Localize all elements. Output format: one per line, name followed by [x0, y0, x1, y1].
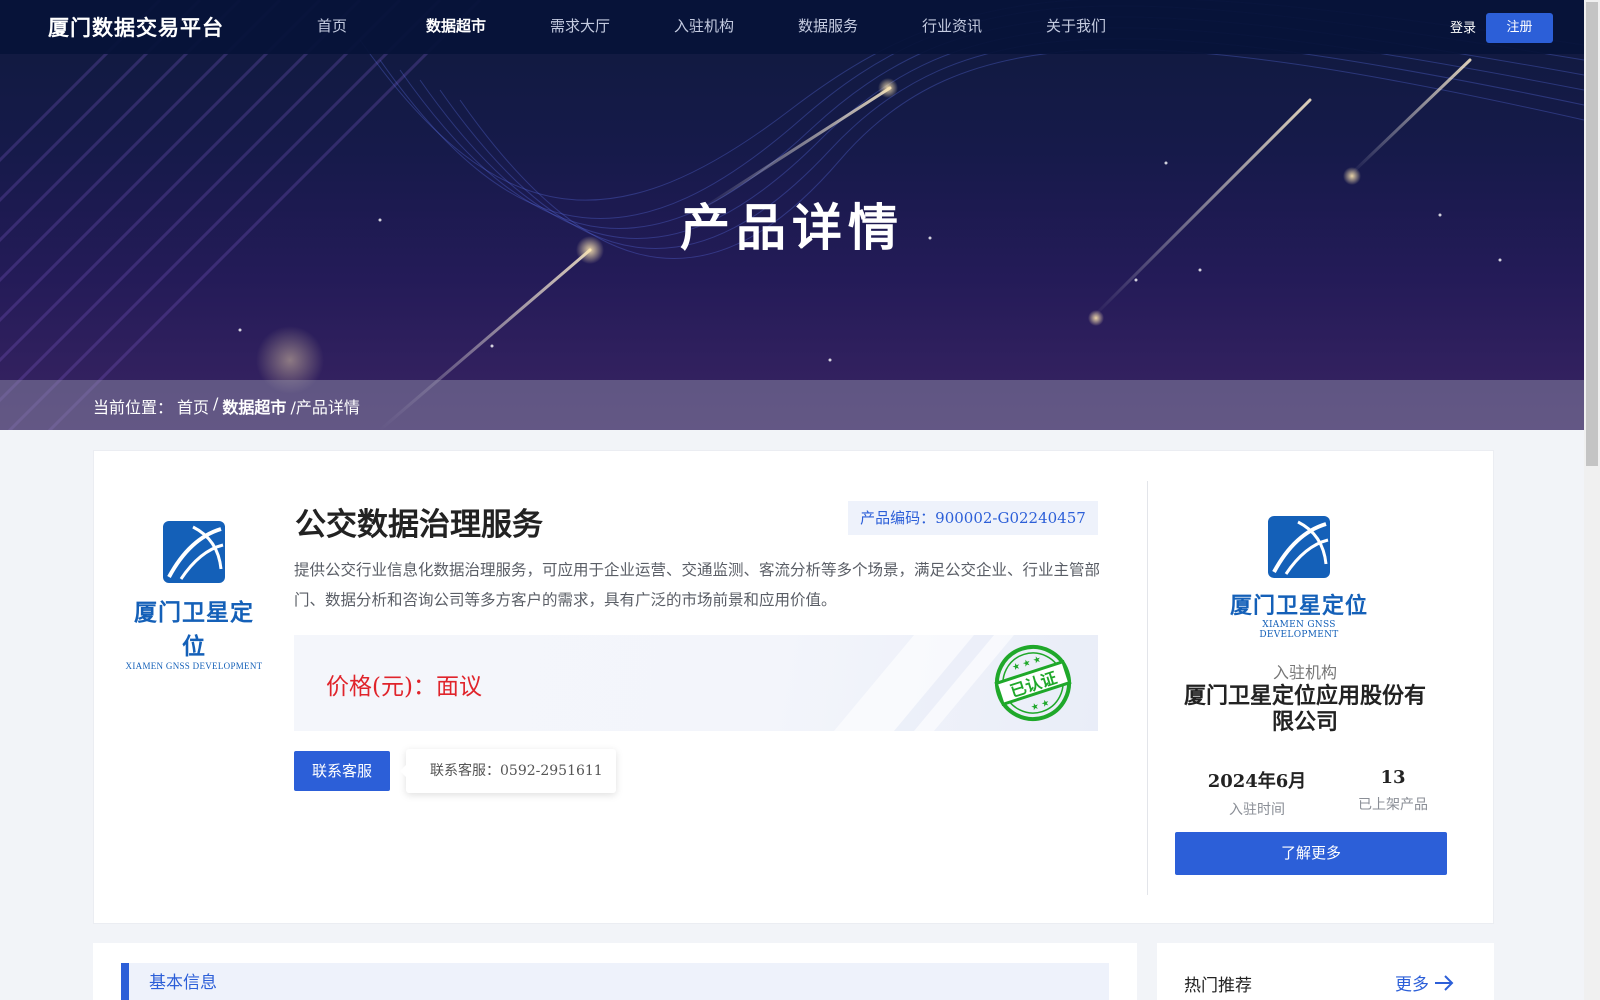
gnss-globe-icon [163, 521, 225, 583]
stat-value: 13 [1380, 767, 1406, 788]
nav-item-data-market[interactable]: 数据超市 [394, 0, 518, 54]
breadcrumb-prefix: 当前位置： [93, 398, 174, 417]
nav-item-industry-news[interactable]: 行业资讯 [890, 0, 1014, 54]
org-logo-cn: 厦门卫星定位 [1229, 594, 1368, 619]
contact-service-button[interactable]: 联系客服 [294, 751, 390, 791]
nav-item-institutions[interactable]: 入驻机构 [642, 0, 766, 54]
hot-recommend-title: 热门推荐 [1184, 976, 1252, 996]
breadcrumb-home[interactable]: 首页 [177, 394, 209, 418]
product-description: 提供公交行业信息化数据治理服务，可应用于企业运营、交通监测、客流分析等多个场景，… [294, 561, 1101, 609]
stat-value: 2024年6月 [1207, 771, 1307, 792]
breadcrumb-separator: / [213, 394, 219, 413]
product-code: 产品编码：900002-G02240457 [848, 501, 1098, 535]
hot-more-link[interactable]: 更多 [1395, 970, 1455, 995]
hot-more-label: 更多 [1395, 975, 1429, 995]
register-button[interactable]: 注册 [1486, 13, 1553, 43]
basic-info-header[interactable]: 基本信息 [121, 963, 1109, 1000]
hero-banner: 产品详情 当前位置： 首页 / 数据超市 /产品详情 [0, 0, 1584, 430]
page-scrollbar[interactable] [1584, 0, 1600, 1000]
arrow-right-icon [1435, 974, 1454, 991]
hot-recommend-card: 热门推荐 更多 [1157, 943, 1494, 1000]
org-globe-icon [1268, 516, 1330, 578]
org-logo: 厦门卫星定位 XIAMEN GNSS DEVELOPMENT [1224, 516, 1374, 640]
product-card: 厦门卫星定位 XIAMEN GNSS DEVELOPMENT 公交数据治理服务 … [93, 450, 1494, 924]
basic-info-card: 基本信息 [93, 943, 1137, 1000]
breadcrumb-current: /产品详情 [290, 398, 360, 417]
nav-item-about-us[interactable]: 关于我们 [1014, 0, 1138, 54]
main-menu: 首页 数据超市 需求大厅 入驻机构 数据服务 行业资讯 关于我们 [270, 0, 1138, 54]
stat-label: 入驻时间 [1229, 802, 1285, 818]
scrollbar-thumb[interactable] [1586, 2, 1598, 466]
breadcrumb-market[interactable]: 数据超市 [222, 394, 286, 418]
price-panel: 价格(元)：面议 已认证 ★ ★ ★ ★ ★ [294, 635, 1098, 731]
top-navbar: 厦门数据交易平台 首页 数据超市 需求大厅 入驻机构 数据服务 行业资讯 关于我… [0, 0, 1584, 54]
org-logo-en: XIAMEN GNSS DEVELOPMENT [1259, 620, 1339, 640]
nav-item-home[interactable]: 首页 [270, 0, 394, 54]
provider-logo-en: XIAMEN GNSS DEVELOPMENT [125, 661, 263, 671]
stat-label: 已上架产品 [1358, 797, 1428, 813]
breadcrumb: 当前位置： 首页 / 数据超市 /产品详情 [93, 394, 364, 418]
breadcrumb-bar: 当前位置： 首页 / 数据超市 /产品详情 [0, 380, 1584, 430]
contact-phone-tooltip: 联系客服：0592-2951611 [400, 749, 616, 793]
vertical-divider [1147, 481, 1148, 895]
page-title: 产品详情 [680, 198, 904, 257]
login-link[interactable]: 登录 [1450, 17, 1476, 36]
product-title: 公交数据治理服务 [295, 507, 543, 543]
nav-item-data-services[interactable]: 数据服务 [766, 0, 890, 54]
svg-text:★ ★: ★ ★ [1030, 698, 1051, 713]
stat-products-listed: 13 已上架产品 [1328, 767, 1458, 814]
learn-more-button[interactable]: 了解更多 [1175, 832, 1447, 875]
nav-item-demand-hall[interactable]: 需求大厅 [518, 0, 642, 54]
org-label: 入驻机构 [1272, 663, 1337, 682]
stat-join-date: 2024年6月 入驻时间 [1192, 767, 1322, 819]
provider-logo-cn: 厦门卫星定位 [134, 600, 254, 660]
product-price: 价格(元)：面议 [326, 674, 482, 700]
certified-stamp-icon: 已认证 ★ ★ ★ ★ ★ [994, 645, 1072, 721]
org-name: 厦门卫星定位应用股份有限公司 [1183, 683, 1426, 735]
provider-logo: 厦门卫星定位 XIAMEN GNSS DEVELOPMENT [124, 521, 264, 671]
site-logo[interactable]: 厦门数据交易平台 [48, 12, 224, 42]
